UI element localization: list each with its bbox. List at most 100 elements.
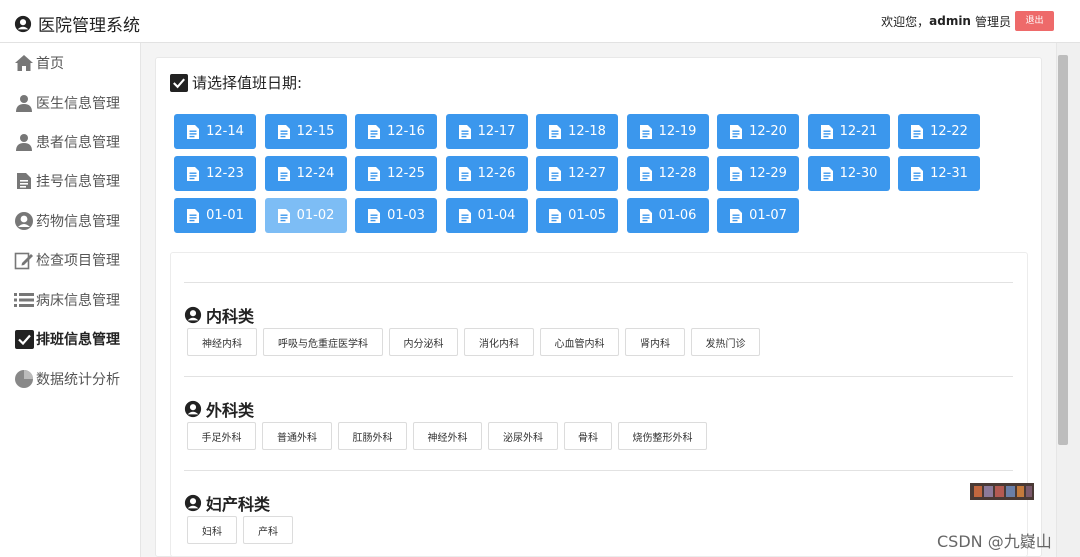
date-button-12-24[interactable]: 12-24 (264, 156, 347, 191)
date-label: 12-26 (477, 166, 516, 181)
date-label: 12-25 (387, 166, 425, 181)
date-button-12-31[interactable]: 12-31 (898, 156, 980, 191)
department-tag[interactable]: 手足外科 (187, 422, 256, 450)
department-tag[interactable]: 消化内科 (464, 328, 534, 356)
sidebar-item-label: 检查项目管理 (36, 253, 120, 269)
sidebar-item-medicine[interactable]: 药物信息管理 (14, 210, 120, 232)
date-button-01-04[interactable]: 01-04 (445, 198, 528, 233)
date-label: 01-05 (568, 208, 606, 223)
document-icon (187, 208, 200, 223)
logo-icon (14, 15, 32, 32)
checkbox-icon (170, 73, 188, 92)
document-icon (458, 208, 471, 223)
document-icon (14, 171, 34, 191)
sidebar-item-home[interactable]: 首页 (14, 52, 64, 74)
user-area: 欢迎您， admin 管理员 退出 (881, 11, 1054, 31)
date-button-01-01[interactable]: 01-01 (174, 198, 256, 233)
date-button-12-28[interactable]: 12-28 (626, 156, 709, 191)
department-tag[interactable]: 神经外科 (413, 422, 482, 450)
date-button-12-14[interactable]: 12-14 (174, 114, 256, 149)
list-icon (14, 290, 34, 310)
department-icon (184, 306, 202, 324)
date-button-12-21[interactable]: 12-21 (807, 114, 890, 149)
department-icon (184, 494, 202, 512)
edit-icon (14, 250, 34, 270)
date-button-01-05[interactable]: 01-05 (536, 198, 618, 233)
sidebar-item-label: 患者信息管理 (36, 135, 120, 151)
date-label: 12-22 (930, 124, 968, 139)
username: admin (929, 14, 971, 28)
document-icon (730, 124, 743, 139)
department-tag[interactable]: 产科 (243, 516, 293, 544)
document-icon (549, 208, 562, 223)
document-icon (277, 124, 290, 139)
user-role: 管理员 (974, 14, 1011, 29)
department-tag[interactable]: 肾内科 (625, 328, 685, 356)
chart-icon (14, 369, 34, 389)
department-tag[interactable]: 骨科 (564, 422, 612, 450)
department-tag[interactable]: 烧伤整形外科 (618, 422, 707, 450)
sidebar-item-bed[interactable]: 病床信息管理 (14, 289, 120, 311)
date-label: 12-23 (206, 166, 244, 181)
sidebar-item-statistics[interactable]: 数据统计分析 (14, 368, 120, 390)
group-title-text: 内科类 (206, 307, 255, 326)
date-button-01-06[interactable]: 01-06 (626, 198, 709, 233)
document-icon (458, 124, 471, 139)
date-button-01-07[interactable]: 01-07 (717, 198, 799, 233)
app-logo: 医院管理系统 (14, 11, 140, 36)
date-label: 12-24 (296, 166, 335, 181)
date-button-12-25[interactable]: 12-25 (355, 156, 437, 191)
sidebar-item-schedule[interactable]: 排班信息管理 (14, 328, 120, 350)
department-tag[interactable]: 心血管内科 (540, 328, 619, 356)
department-tag[interactable]: 泌尿外科 (488, 422, 558, 450)
date-label: 12-15 (296, 124, 335, 139)
department-tag[interactable]: 普通外科 (262, 422, 332, 450)
department-tag[interactable]: 发热门诊 (691, 328, 760, 356)
sidebar-item-registration[interactable]: 挂号信息管理 (14, 170, 120, 192)
date-button-12-16[interactable]: 12-16 (355, 114, 437, 149)
date-button-12-27[interactable]: 12-27 (536, 156, 618, 191)
department-tag[interactable]: 内分泌科 (389, 328, 458, 356)
document-icon (458, 166, 471, 181)
date-button-01-02[interactable]: 01-02 (264, 198, 347, 233)
sidebar-item-doctor[interactable]: 医生信息管理 (14, 92, 120, 114)
document-icon (639, 124, 652, 139)
sidebar-item-label: 数据统计分析 (36, 372, 120, 388)
date-button-12-26[interactable]: 12-26 (445, 156, 528, 191)
date-button-12-22[interactable]: 12-22 (898, 114, 980, 149)
department-tag[interactable]: 肛肠外科 (338, 422, 407, 450)
date-button-12-29[interactable]: 12-29 (717, 156, 799, 191)
date-label: 01-07 (749, 208, 787, 223)
date-label: 12-16 (387, 124, 425, 139)
date-label: 12-28 (658, 166, 697, 181)
department-tag[interactable]: 妇科 (187, 516, 237, 544)
date-button-12-20[interactable]: 12-20 (717, 114, 799, 149)
scrollbar-thumb[interactable] (1058, 55, 1068, 445)
date-button-12-19[interactable]: 12-19 (626, 114, 709, 149)
date-label: 12-19 (658, 124, 697, 139)
document-icon (187, 166, 200, 181)
app-title: 医院管理系统 (38, 16, 140, 36)
document-icon (277, 166, 290, 181)
sidebar-item-exam[interactable]: 检查项目管理 (14, 249, 120, 271)
department-tag[interactable]: 神经内科 (187, 328, 257, 356)
department-tag[interactable]: 呼吸与危重症医学科 (263, 328, 383, 356)
date-label: 01-01 (206, 208, 244, 223)
date-label: 12-29 (749, 166, 787, 181)
date-label: 01-02 (296, 208, 335, 223)
date-button-12-18[interactable]: 12-18 (536, 114, 618, 149)
date-title-text: 请选择值班日期: (192, 74, 303, 92)
date-button-12-30[interactable]: 12-30 (807, 156, 890, 191)
date-button-01-03[interactable]: 01-03 (355, 198, 437, 233)
patient-icon (14, 132, 34, 152)
document-icon (911, 166, 924, 181)
date-label: 01-06 (658, 208, 697, 223)
sidebar-item-patient[interactable]: 患者信息管理 (14, 131, 120, 153)
date-button-12-23[interactable]: 12-23 (174, 156, 256, 191)
date-button-12-17[interactable]: 12-17 (445, 114, 528, 149)
logout-button[interactable]: 退出 (1015, 11, 1054, 31)
date-button-12-15[interactable]: 12-15 (264, 114, 347, 149)
department-icon (184, 400, 202, 418)
welcome-text: 欢迎您， (881, 14, 930, 29)
sidebar-item-label: 医生信息管理 (36, 96, 120, 112)
